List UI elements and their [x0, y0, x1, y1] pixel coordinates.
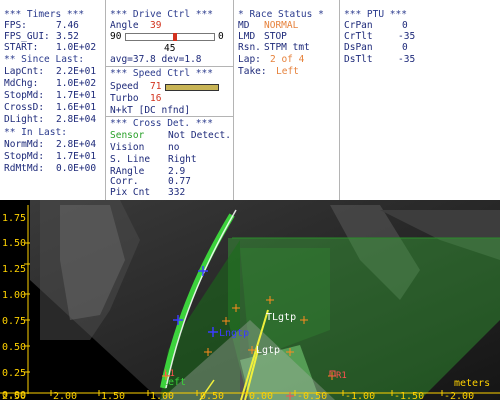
race-row-take: Take: Left [238, 66, 299, 77]
ptu-row-crpan: CrPan 0 [344, 20, 408, 31]
y-tick-175: 1.75 [2, 213, 26, 224]
drive-separator [106, 66, 234, 67]
label-lgtp: Lgtp [256, 345, 280, 356]
x-tick-150: 1.50 [101, 391, 125, 400]
y-tick-125: 1.25 [2, 264, 26, 275]
angle-slider-mid: 45 [164, 43, 176, 54]
label-r1: R1 [336, 371, 347, 381]
since-row-lapcnt: LapCnt: 2.2E+01 [4, 66, 97, 77]
cross-row-vision: Vision no [110, 142, 180, 153]
camera-view: TLgtp Lngtp Lgtp Left L1 R1 1.75 1.50 1.… [0, 200, 500, 400]
race-row-lmd: LMD STOP [238, 31, 287, 42]
x-tick-050: 0.50 [200, 391, 224, 400]
y-tick-050: 0.50 [2, 342, 26, 353]
speed-bar [165, 84, 219, 91]
angle-avg-dev: avg=37.8 dev=1.8 [110, 54, 202, 65]
telemetry-panel: *** Timers *** FPS: 7.46 FPS_GUI: 3.52 S… [0, 0, 500, 200]
timer-row-start: START: 1.0E+02 [4, 42, 97, 53]
x-tick-100: 1.00 [150, 391, 174, 400]
cross-det-header: *** Cross Det. *** [110, 118, 213, 129]
x-tick-200: 2.00 [53, 391, 77, 400]
y-tick-075: 0.75 [2, 316, 26, 327]
x-tick-neg050: -0.50 [297, 391, 327, 400]
cross-row-corr: Corr. 0.77 [110, 176, 191, 187]
ptu-header: *** PTU *** [344, 9, 407, 20]
camera-overlay: TLgtp Lngtp Lgtp Left L1 R1 1.75 1.50 1.… [0, 200, 500, 400]
in-row-normmd: NormMd: 2.8E+04 [4, 139, 97, 150]
label-l1: L1 [164, 369, 175, 379]
angle-slider[interactable] [125, 33, 215, 41]
since-row-crossd: CrossD: 1.6E+01 [4, 102, 97, 113]
timer-row-fps: FPS: 7.46 [4, 20, 79, 31]
turbo-row: Turbo 16 [110, 93, 162, 104]
cross-row-sensor: Sensor Not Detect. [110, 130, 231, 141]
label-lngtp: Lngtp [219, 328, 249, 339]
nkt-status: N+kT [DC nfnd] [110, 105, 191, 116]
since-row-mdchg: MdChg: 1.0E+02 [4, 78, 97, 89]
label-tlgtp: TLgtp [266, 312, 296, 323]
since-row-dlight: DLight: 2.8E+04 [4, 114, 97, 125]
y-tick-150: 1.50 [2, 238, 26, 249]
ptu-column: *** PTU *** CrPan 0 CrTlt -35 DsPan 0 Ds… [340, 0, 500, 200]
timers-column: *** Timers *** FPS: 7.46 FPS_GUI: 3.52 S… [0, 0, 106, 200]
in-row-rdmtmd: RdMtMd: 0.0E+00 [4, 163, 97, 174]
race-row-lap: Lap: 2 of 4 [238, 54, 305, 65]
timers-header: *** Timers *** [4, 9, 85, 20]
x-tick-neg100: -1.00 [345, 391, 375, 400]
race-status-column: * Race Status * MD NORMAL LMD STOP Rsn. … [234, 0, 340, 200]
angle-slider-knob[interactable] [173, 33, 178, 41]
race-status-header: * Race Status * [238, 9, 324, 20]
timer-row-fps-gui: FPS_GUI: 3.52 [4, 31, 79, 42]
x-tick-250: 2.50 [2, 391, 26, 400]
drive-ctrl-header: *** Drive Ctrl *** [110, 9, 213, 20]
y-tick-025: 0.25 [2, 368, 26, 379]
ptu-row-dstlt: DsTlt -35 [344, 54, 416, 65]
speed-bar-fill [166, 85, 218, 90]
since-last-header: ** Since Last: [4, 54, 85, 65]
drive-column: *** Drive Ctrl *** Angle 39 90 0 45 avg=… [106, 0, 234, 200]
angle-slider-min: 90 [110, 31, 122, 42]
angle-row: Angle 39 [110, 20, 162, 31]
angle-slider-max: 0 [218, 31, 224, 42]
race-row-md: MD NORMAL [238, 20, 299, 31]
cross-row-sline: S. Line Right [110, 154, 197, 165]
ptu-row-crtlt: CrTlt -35 [344, 31, 416, 42]
race-row-rsn: Rsn. STPM tmt [238, 42, 310, 53]
x-tick-000: 0.00 [249, 391, 273, 400]
in-last-header: ** In Last: [4, 127, 67, 138]
cross-row-pixcnt: Pix Cnt 332 [110, 187, 186, 198]
speed-row: Speed 71 [110, 81, 162, 92]
speed-ctrl-header: *** Speed Ctrl *** [110, 68, 213, 79]
since-row-stopmd: StopMd: 1.7E+01 [4, 90, 97, 101]
cross-separator [106, 116, 234, 117]
x-tick-neg150: -1.50 [394, 391, 424, 400]
y-tick-100: 1.00 [2, 290, 26, 301]
in-row-stopmd: StopMd: 1.7E+01 [4, 151, 97, 162]
ptu-row-dspan: DsPan 0 [344, 42, 408, 53]
x-tick-neg200: -2.00 [444, 391, 474, 400]
x-axis-unit: meters [454, 378, 490, 389]
